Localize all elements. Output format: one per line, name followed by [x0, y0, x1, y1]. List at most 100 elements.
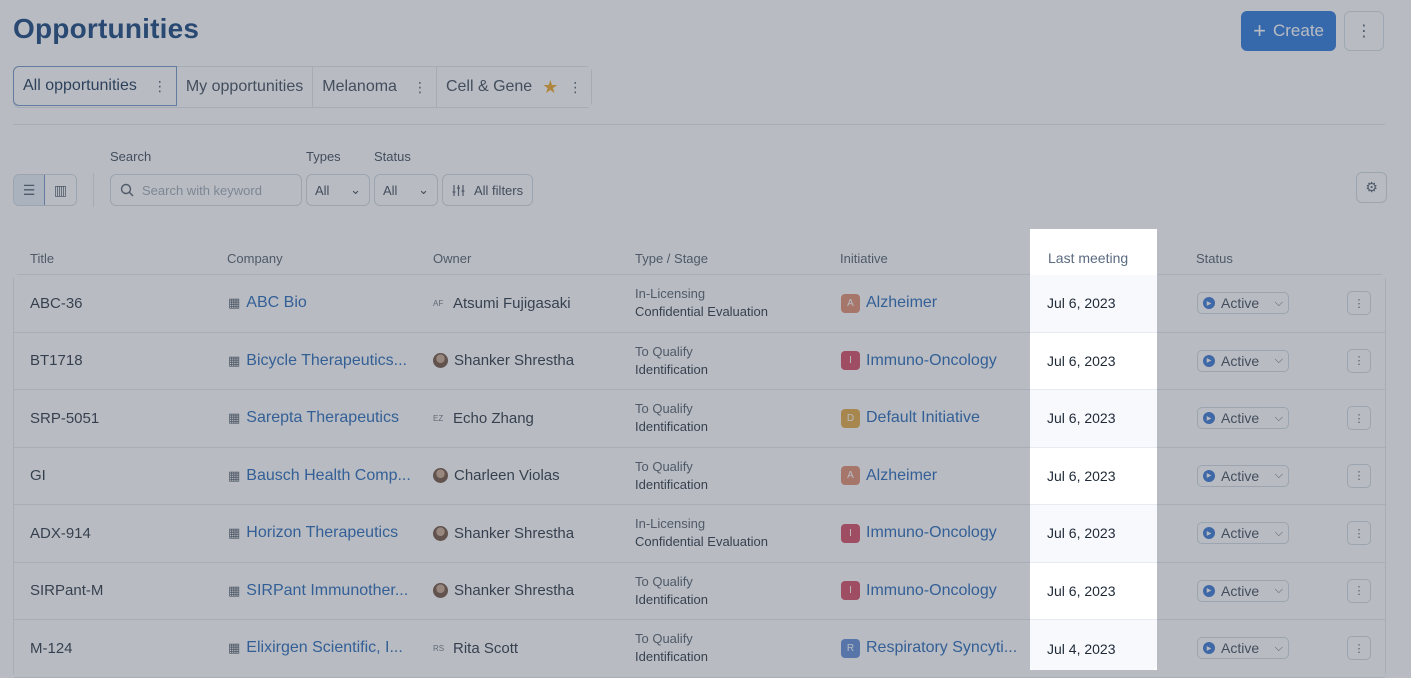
- opportunity-title[interactable]: BT1718: [30, 333, 83, 390]
- column-header-initiative[interactable]: Initiative: [840, 251, 888, 266]
- more-vertical-icon[interactable]: ⋮: [1347, 578, 1371, 603]
- chevron-down-icon: ⌄: [418, 182, 429, 197]
- owner-cell: RS Rita Scott: [433, 620, 518, 677]
- table-row[interactable]: ABC-36 ▦ ABC Bio AF Atsumi Fujigasaki In-Lice…: [14, 275, 1385, 333]
- row-actions: ⋮: [1347, 275, 1371, 332]
- search-input[interactable]: [142, 182, 292, 198]
- initiative-link[interactable]: I Immuno-Oncology: [841, 505, 997, 562]
- table-row[interactable]: M-124 ▦ Elixirgen Scientific, I... RS Rita S…: [14, 620, 1385, 678]
- initiative-name: Default Initiative: [866, 409, 980, 427]
- opportunity-stage: Identification: [635, 476, 708, 492]
- board-view-icon[interactable]: ▥: [45, 175, 76, 205]
- column-header-type-stage[interactable]: Type / Stage: [635, 251, 708, 266]
- opportunity-title[interactable]: GI: [30, 448, 46, 505]
- more-vertical-icon[interactable]: ⋮: [153, 78, 167, 95]
- tab-melanoma[interactable]: Melanoma ⋮: [313, 67, 437, 107]
- opportunity-title[interactable]: M-124: [30, 620, 73, 677]
- initiative-link[interactable]: R Respiratory Syncyti...: [841, 620, 1017, 677]
- gear-icon[interactable]: ⚙: [1356, 172, 1387, 203]
- opportunity-title[interactable]: SRP-5051: [30, 390, 99, 447]
- play-icon: ▶: [1203, 469, 1215, 482]
- initiative-name: Alzheimer: [866, 294, 938, 312]
- header-actions: + Create ⋮: [1241, 11, 1384, 51]
- status-cell: ▶ Active ⌵: [1197, 563, 1289, 620]
- tab-my-opportunities[interactable]: My opportunities: [176, 67, 314, 107]
- status-cell: ▶ Active ⌵: [1197, 333, 1289, 390]
- more-vertical-icon[interactable]: ⋮: [1347, 463, 1371, 488]
- table-row[interactable]: SIRPant-M ▦ SIRPant Immunother... Shanker S…: [14, 562, 1385, 620]
- table-row[interactable]: ADX-914 ▦ Horizon Therapeutics Shanker Shre…: [14, 505, 1385, 563]
- initiative-name: Immuno-Oncology: [866, 524, 997, 542]
- row-actions: ⋮: [1347, 448, 1371, 505]
- column-header-company[interactable]: Company: [227, 251, 283, 266]
- create-button[interactable]: + Create: [1241, 11, 1336, 51]
- avatar-initials: AF: [433, 298, 444, 308]
- sliders-icon: [452, 184, 465, 196]
- company-link[interactable]: ▦ Sarepta Therapeutics: [228, 390, 399, 447]
- type-stage-cell: To Qualify Identification: [635, 563, 708, 620]
- more-vertical-icon[interactable]: ⋮: [568, 79, 582, 96]
- initiative-badge: A: [841, 293, 860, 313]
- list-view-icon[interactable]: ☰: [14, 175, 46, 205]
- types-select[interactable]: All ⌄: [306, 174, 370, 206]
- status-dropdown[interactable]: ▶ Active ⌵: [1197, 579, 1289, 602]
- tab-all-opportunities[interactable]: All opportunities ⋮: [13, 66, 177, 106]
- status-cell: ▶ Active ⌵: [1197, 620, 1289, 677]
- column-header-last-meeting[interactable]: Last meeting: [1048, 250, 1128, 266]
- initiative-link[interactable]: A Alzheimer: [841, 275, 937, 332]
- all-filters-button[interactable]: All filters: [442, 174, 534, 206]
- company-name: SIRPant Immunother...: [246, 581, 409, 599]
- status-dropdown[interactable]: ▶ Active ⌵: [1197, 464, 1289, 487]
- more-vertical-icon[interactable]: ⋮: [1344, 11, 1384, 51]
- plus-icon: +: [1253, 18, 1266, 43]
- status-dropdown[interactable]: ▶ Active ⌵: [1197, 522, 1289, 545]
- column-header-owner[interactable]: Owner: [433, 251, 471, 266]
- more-vertical-icon[interactable]: ⋮: [1347, 291, 1371, 316]
- company-link[interactable]: ▦ Horizon Therapeutics: [228, 505, 398, 562]
- table-row[interactable]: BT1718 ▦ Bicycle Therapeutics... Shanker Sh…: [14, 332, 1385, 390]
- column-header-status[interactable]: Status: [1196, 251, 1233, 266]
- company-link[interactable]: ▦ Bausch Health Comp...: [228, 448, 411, 505]
- tab-cell-and-gene[interactable]: Cell & Gene ★ ⋮: [436, 67, 592, 107]
- status-cell: ▶ Active ⌵: [1197, 448, 1289, 505]
- initiative-link[interactable]: D Default Initiative: [841, 390, 980, 447]
- more-vertical-icon[interactable]: ⋮: [413, 79, 427, 96]
- initiative-link[interactable]: I Immuno-Oncology: [841, 333, 997, 390]
- more-vertical-icon[interactable]: ⋮: [1347, 521, 1371, 546]
- status-cell: ▶ Active ⌵: [1197, 505, 1289, 562]
- company-link[interactable]: ▦ Elixirgen Scientific, I...: [228, 620, 403, 677]
- company-link[interactable]: ▦ ABC Bio: [228, 275, 307, 332]
- company-link[interactable]: ▦ SIRPant Immunother...: [228, 563, 408, 620]
- opportunities-table: Title Company Owner Type / Stage Initiat…: [13, 247, 1386, 678]
- table-row[interactable]: SRP-5051 ▦ Sarepta Therapeutics EZ Echo Zhan…: [14, 390, 1385, 448]
- status-value: Active: [1221, 295, 1260, 312]
- table-row[interactable]: GI ▦ Bausch Health Comp... Charleen Violas T…: [14, 447, 1385, 505]
- opportunity-type: To Qualify: [635, 401, 693, 417]
- chevron-down-icon: ⌵: [1274, 641, 1283, 654]
- owner-name: Shanker Shrestha: [454, 524, 575, 542]
- status-dropdown[interactable]: ▶ Active ⌵: [1197, 349, 1289, 372]
- owner-name: Rita Scott: [453, 639, 519, 657]
- more-vertical-icon[interactable]: ⋮: [1347, 406, 1371, 431]
- star-icon[interactable]: ★: [542, 77, 558, 98]
- status-dropdown[interactable]: ▶ Active ⌵: [1197, 292, 1289, 315]
- column-header-title[interactable]: Title: [30, 251, 54, 266]
- initiative-name: Immuno-Oncology: [866, 581, 997, 599]
- opportunity-title[interactable]: ADX-914: [30, 505, 91, 562]
- initiative-link[interactable]: I Immuno-Oncology: [841, 563, 997, 620]
- status-dropdown[interactable]: ▶ Active ⌵: [1197, 637, 1289, 660]
- opportunity-title[interactable]: SIRPant-M: [30, 563, 103, 620]
- more-vertical-icon[interactable]: ⋮: [1347, 636, 1371, 661]
- avatar: [433, 525, 448, 541]
- opportunity-type: To Qualify: [635, 631, 693, 647]
- initiative-badge: I: [841, 581, 860, 601]
- status-dropdown[interactable]: ▶ Active ⌵: [1197, 407, 1289, 430]
- more-vertical-icon[interactable]: ⋮: [1347, 348, 1371, 373]
- initiative-link[interactable]: A Alzheimer: [841, 448, 937, 505]
- opportunity-title[interactable]: ABC-36: [30, 275, 83, 332]
- status-cell: ▶ Active ⌵: [1197, 275, 1289, 332]
- status-select[interactable]: All ⌄: [374, 174, 438, 206]
- type-stage-cell: In-Licensing Confidential Evaluation: [635, 275, 768, 332]
- opportunity-type: To Qualify: [635, 458, 693, 474]
- company-link[interactable]: ▦ Bicycle Therapeutics...: [228, 333, 407, 390]
